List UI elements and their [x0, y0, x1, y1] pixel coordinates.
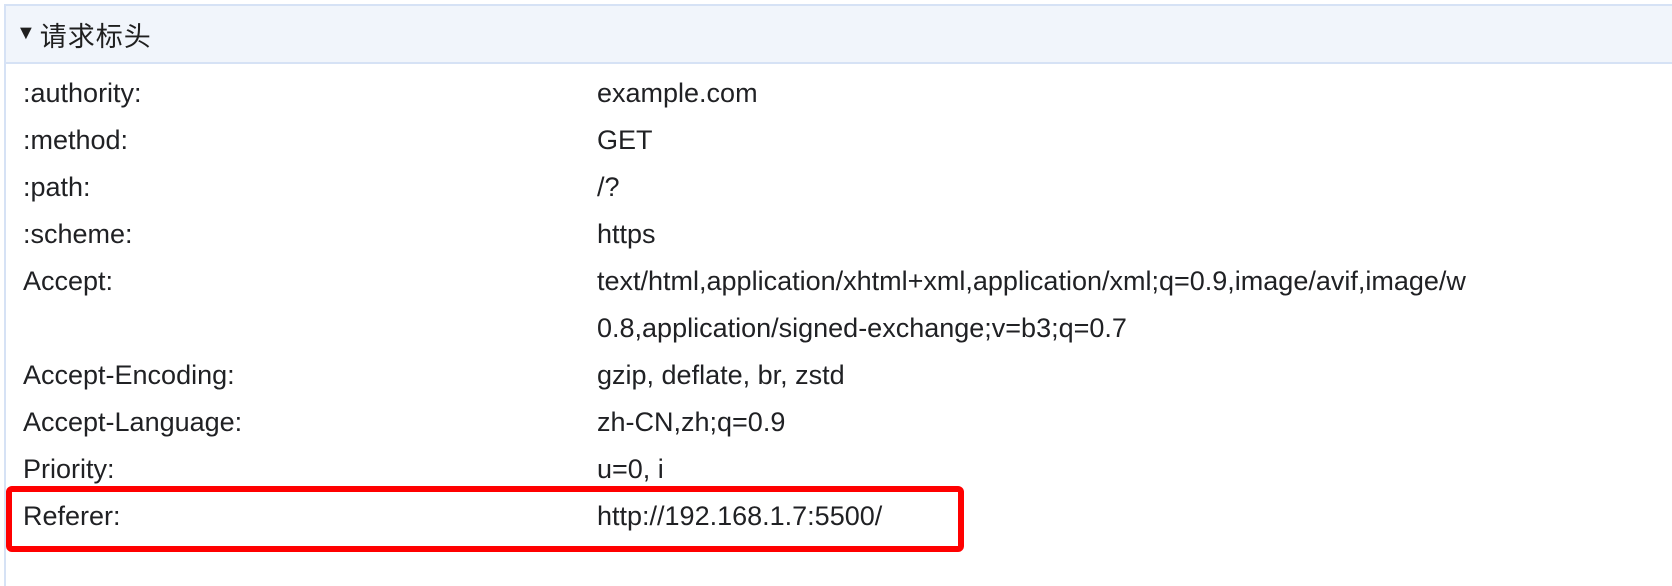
header-key: Referer:	[23, 501, 121, 531]
header-row-accept-language: Accept-Language: zh-CN,zh;q=0.9	[6, 399, 1672, 446]
header-row-accept: Accept: text/html,application/xhtml+xml,…	[6, 258, 1672, 352]
header-value: gzip, deflate, br, zstd	[597, 360, 845, 390]
header-list: :authority: example.com :method: GET :pa…	[6, 70, 1672, 540]
header-key: :path:	[23, 172, 91, 202]
request-headers-panel: ▼ 请求标头 :authority: example.com :method: …	[4, 4, 1672, 586]
header-value: http://192.168.1.7:5500/	[597, 501, 883, 531]
header-key: Accept-Encoding:	[23, 360, 235, 390]
section-title: 请求标头	[39, 21, 152, 52]
collapse-triangle-icon[interactable]: ▼	[16, 23, 36, 43]
header-value: zh-CN,zh;q=0.9	[597, 407, 786, 437]
header-value: u=0, i	[597, 454, 664, 484]
header-row-method: :method: GET	[6, 117, 1672, 164]
header-key: :authority:	[23, 78, 142, 108]
header-value: GET	[597, 125, 653, 155]
header-row-path: :path: /?	[6, 164, 1672, 211]
header-row-scheme: :scheme: https	[6, 211, 1672, 258]
header-value-line: text/html,application/xhtml+xml,applicat…	[597, 266, 1466, 296]
header-value: https	[597, 219, 656, 249]
header-key: :method:	[23, 125, 129, 155]
header-value-line: 0.8,application/signed-exchange;v=b3;q=0…	[597, 313, 1127, 343]
header-row-accept-encoding: Accept-Encoding: gzip, deflate, br, zstd	[6, 352, 1672, 399]
request-headers-section-header[interactable]: ▼ 请求标头	[6, 6, 1672, 64]
header-key: Accept:	[23, 266, 114, 296]
header-value: /?	[597, 172, 620, 202]
header-key: Accept-Language:	[23, 407, 243, 437]
header-value: example.com	[597, 78, 758, 108]
header-value: text/html,application/xhtml+xml,applicat…	[597, 258, 1466, 352]
header-key: :scheme:	[23, 219, 133, 249]
header-row-priority: Priority: u=0, i	[6, 446, 1672, 493]
header-row-referer: Referer: http://192.168.1.7:5500/	[6, 493, 1672, 540]
header-row-authority: :authority: example.com	[6, 70, 1672, 117]
header-key: Priority:	[23, 454, 115, 484]
